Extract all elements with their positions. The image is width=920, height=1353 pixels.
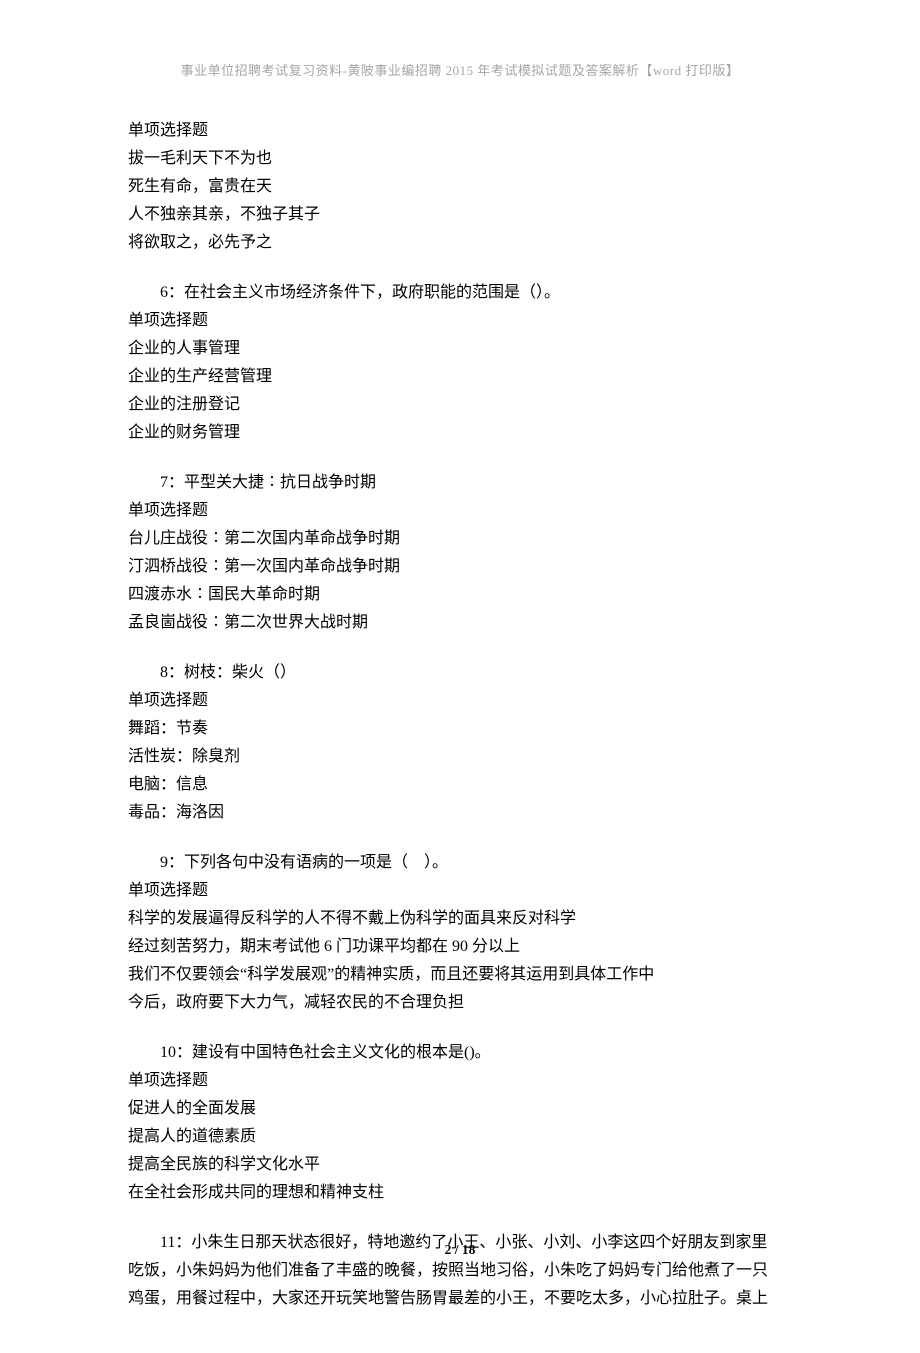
question-block: 6：在社会主义市场经济条件下，政府职能的范围是（）。单项选择题企业的人事管理企业… bbox=[128, 279, 792, 447]
option: 四渡赤水∶国民大革命时期 bbox=[128, 581, 792, 609]
option: 电脑：信息 bbox=[128, 771, 792, 799]
question-block: 单项选择题拔一毛利天下不为也死生有命，富贵在天人不独亲其亲，不独子其子将欲取之，… bbox=[128, 117, 792, 257]
question-title: 6：在社会主义市场经济条件下，政府职能的范围是（）。 bbox=[128, 279, 792, 307]
option: 人不独亲其亲，不独子其子 bbox=[128, 201, 792, 229]
option: 活性炭：除臭剂 bbox=[128, 743, 792, 771]
option: 提高全民族的科学文化水平 bbox=[128, 1151, 792, 1179]
option: 经过刻苦努力，期末考试他 6 门功课平均都在 90 分以上 bbox=[128, 933, 792, 961]
document-page: 事业单位招聘考试复习资料-黄陂事业编招聘 2015 年考试模拟试题及答案解析【w… bbox=[0, 0, 920, 1353]
question-block: 7：平型关大捷∶抗日战争时期单项选择题台儿庄战役∶第二次国内革命战争时期汀泗桥战… bbox=[128, 469, 792, 637]
question-title: 10：建设有中国特色社会主义文化的根本是()。 bbox=[128, 1039, 792, 1067]
question-title: 7：平型关大捷∶抗日战争时期 bbox=[128, 469, 792, 497]
option: 今后，政府要下大力气，减轻农民的不合理负担 bbox=[128, 989, 792, 1017]
question-title: 9：下列各句中没有语病的一项是（ ）。 bbox=[128, 849, 792, 877]
page-number: 2 / 18 bbox=[0, 1242, 920, 1258]
option: 企业的生产经营管理 bbox=[128, 363, 792, 391]
option: 科学的发展逼得反科学的人不得不戴上伪科学的面具来反对科学 bbox=[128, 905, 792, 933]
question-type: 单项选择题 bbox=[128, 687, 792, 715]
option: 毒品：海洛因 bbox=[128, 799, 792, 827]
option: 孟良崮战役∶第二次世界大战时期 bbox=[128, 609, 792, 637]
question-type: 单项选择题 bbox=[128, 307, 792, 335]
question-block: 9：下列各句中没有语病的一项是（ ）。单项选择题科学的发展逼得反科学的人不得不戴… bbox=[128, 849, 792, 1017]
option: 在全社会形成共同的理想和精神支柱 bbox=[128, 1179, 792, 1207]
option: 促进人的全面发展 bbox=[128, 1095, 792, 1123]
paragraph-line: 鸡蛋，用餐过程中，大家还开玩笑地警告肠胃最差的小王，不要吃太多，小心拉肚子。桌上 bbox=[128, 1285, 792, 1313]
option: 汀泗桥战役∶第一次国内革命战争时期 bbox=[128, 553, 792, 581]
question-type: 单项选择题 bbox=[128, 1067, 792, 1095]
question-block: 8：树枝：柴火（）单项选择题舞蹈：节奏活性炭：除臭剂电脑：信息毒品：海洛因 bbox=[128, 659, 792, 827]
paragraph-line: 吃饭，小朱妈妈为他们准备了丰盛的晚餐，按照当地习俗，小朱吃了妈妈专门给他煮了一只 bbox=[128, 1257, 792, 1285]
document-content: 单项选择题拔一毛利天下不为也死生有命，富贵在天人不独亲其亲，不独子其子将欲取之，… bbox=[128, 117, 792, 1313]
option: 企业的财务管理 bbox=[128, 419, 792, 447]
question-type: 单项选择题 bbox=[128, 117, 792, 145]
option: 台儿庄战役∶第二次国内革命战争时期 bbox=[128, 525, 792, 553]
option: 将欲取之，必先予之 bbox=[128, 229, 792, 257]
option: 企业的人事管理 bbox=[128, 335, 792, 363]
page-header: 事业单位招聘考试复习资料-黄陂事业编招聘 2015 年考试模拟试题及答案解析【w… bbox=[128, 60, 792, 83]
option: 死生有命，富贵在天 bbox=[128, 173, 792, 201]
question-type: 单项选择题 bbox=[128, 877, 792, 905]
option: 企业的注册登记 bbox=[128, 391, 792, 419]
question-block: 10：建设有中国特色社会主义文化的根本是()。单项选择题促进人的全面发展提高人的… bbox=[128, 1039, 792, 1207]
question-title: 8：树枝：柴火（） bbox=[128, 659, 792, 687]
option: 舞蹈：节奏 bbox=[128, 715, 792, 743]
option: 提高人的道德素质 bbox=[128, 1123, 792, 1151]
option: 我们不仅要领会“科学发展观”的精神实质，而且还要将其运用到具体工作中 bbox=[128, 961, 792, 989]
question-type: 单项选择题 bbox=[128, 497, 792, 525]
option: 拔一毛利天下不为也 bbox=[128, 145, 792, 173]
